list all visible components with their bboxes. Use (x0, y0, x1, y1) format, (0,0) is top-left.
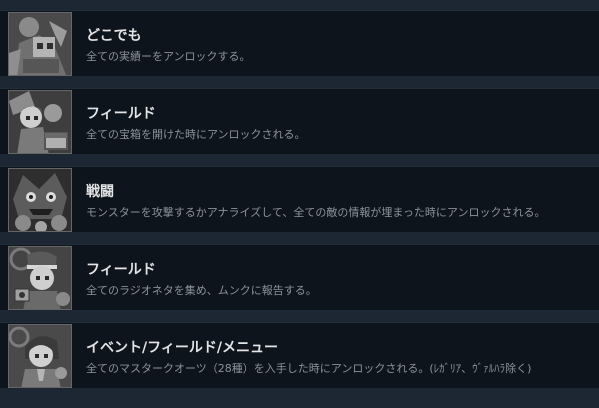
achievement-icon (8, 168, 72, 232)
achievement-title: イベント/フィールド/メニュー (86, 340, 278, 356)
achievement-title: フィールド (86, 262, 156, 278)
achievement-row[interactable]: 戦闘 モンスターを攻撃するかアナライズして、全ての敵の情報が埋まった時にアンロッ… (0, 166, 599, 232)
achievement-description: 全てのマスタークオーツ（28種）を入手した時にアンロックされる。(ﾚｶﾞﾘｱ、ｳ… (86, 362, 532, 375)
achievement-description: 全てのラジオネタを集め、ムンクに報告する。 (86, 284, 317, 297)
achievement-description: モンスターを攻撃するかアナライズして、全ての敵の情報が埋まった時にアンロックされ… (86, 206, 546, 219)
achievement-list: どこでも 全ての実績ーをアンロックする。 フィールド 全ての宝箱を開けた時にアン… (0, 0, 599, 408)
achievement-description: 全ての実績ーをアンロックする。 (86, 50, 251, 63)
achievement-row[interactable]: フィールド 全ての宝箱を開けた時にアンロックされる。 (0, 88, 599, 154)
achievement-icon (8, 324, 72, 388)
achievement-title: どこでも (86, 28, 142, 44)
achievement-row[interactable]: イベント/フィールド/メニュー 全てのマスタークオーツ（28種）を入手した時にア… (0, 322, 599, 388)
achievement-description: 全ての宝箱を開けた時にアンロックされる。 (86, 128, 306, 141)
achievement-title: 戦闘 (86, 184, 114, 200)
achievement-icon (8, 12, 72, 76)
achievement-title: フィールド (86, 106, 156, 122)
achievement-icon (8, 246, 72, 310)
achievement-row[interactable]: どこでも 全ての実績ーをアンロックする。 (0, 10, 599, 76)
achievement-row[interactable]: フィールド 全てのラジオネタを集め、ムンクに報告する。 (0, 244, 599, 310)
achievement-icon (8, 90, 72, 154)
